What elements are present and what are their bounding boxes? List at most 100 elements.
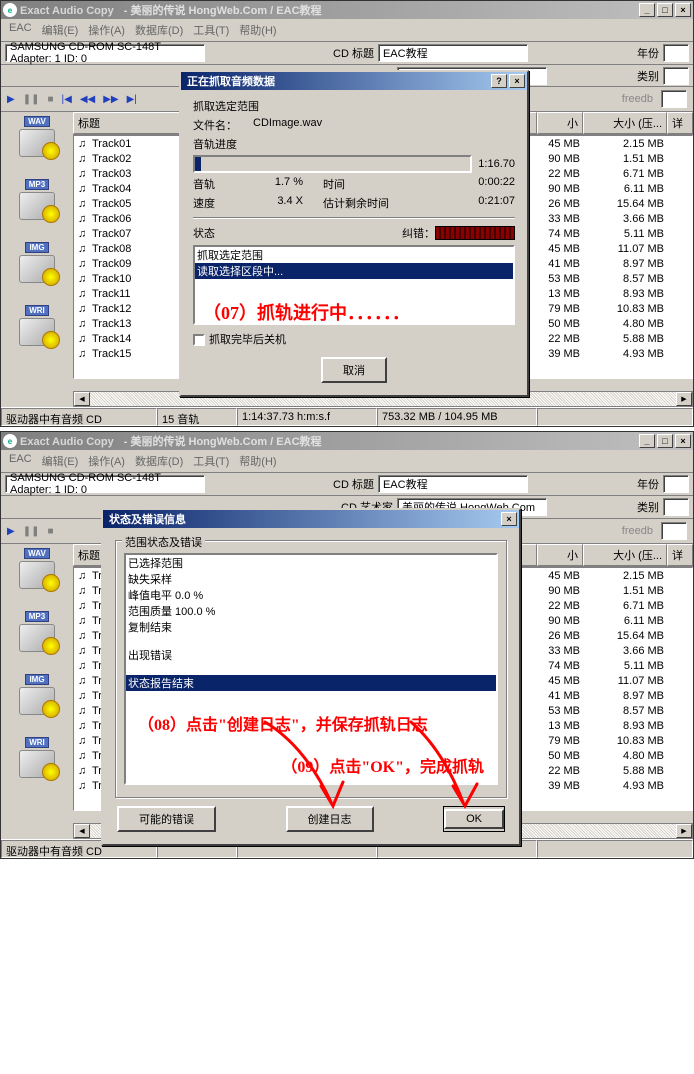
pause-button[interactable]: ❚❚ [23, 526, 40, 537]
status-group: 范围状态及错误 已选择范围 缺失采样 峰值电平 0.0 % 范围质量 100.0… [115, 540, 507, 798]
dialog-close-button[interactable]: × [501, 512, 517, 526]
sidebar-wav[interactable]: WAV [5, 548, 69, 589]
list-item-selected: 状态报告结束 [126, 675, 496, 691]
cd-icon [19, 318, 55, 346]
shutdown-label: 抓取完毕后关机 [209, 334, 286, 346]
status-dialog: 状态及错误信息 × 范围状态及错误 已选择范围 缺失采样 峰值电平 0.0 % … [101, 508, 521, 846]
col-small[interactable]: 小 [537, 544, 583, 566]
titlebar[interactable]: e Exact Audio Copy- 美丽的传说 HongWeb.Com / … [1, 432, 693, 450]
close-button[interactable]: × [675, 3, 691, 17]
sidebar-mp3[interactable]: MP3 [5, 611, 69, 652]
menu-database[interactable]: 数据库(D) [131, 21, 187, 39]
dialog-close-button[interactable]: × [509, 74, 525, 88]
play-button[interactable]: ▶ [7, 94, 15, 105]
titlebar[interactable]: e Exact Audio Copy- 美丽的传说 HongWeb.Com / … [1, 1, 693, 19]
log-line: 抓取选定范围 [195, 247, 513, 263]
menu-eac[interactable]: EAC [5, 21, 36, 39]
cd-title-input[interactable]: EAC教程 [378, 44, 528, 62]
rew-button[interactable]: ◀◀ [80, 94, 95, 105]
freedb-input[interactable] [661, 90, 687, 108]
progress-bar [193, 155, 472, 173]
stop-button[interactable]: ■ [47, 94, 53, 105]
year-input[interactable] [663, 475, 689, 493]
prev-button[interactable]: |◀ [62, 94, 72, 105]
menu-help[interactable]: 帮助(H) [235, 21, 280, 39]
year-input[interactable] [663, 44, 689, 62]
cd-icon [19, 624, 55, 652]
log-box: 抓取选定范围 读取选择区段中... （07）抓轨进行中．．．．．． [193, 245, 515, 325]
menu-help[interactable]: 帮助(H) [235, 452, 280, 470]
cancel-button[interactable]: 取消 [321, 357, 387, 383]
cd-title-input[interactable]: EAC教程 [378, 475, 528, 493]
dialog-help-button[interactable]: ? [491, 74, 507, 88]
menu-action[interactable]: 操作(A) [84, 452, 129, 470]
eta-label: 估计剩余时间 [323, 195, 403, 211]
menu-tools[interactable]: 工具(T) [189, 452, 233, 470]
menu-edit[interactable]: 编辑(E) [38, 21, 83, 39]
drive-select[interactable]: SAMSUNG CD-ROM SC-148T Adapter: 1 ID: 0 [5, 44, 205, 62]
col-extra[interactable]: 详 [667, 112, 693, 134]
menu-tools[interactable]: 工具(T) [189, 21, 233, 39]
progress-time: 1:16.70 [478, 158, 515, 170]
minimize-button[interactable]: _ [639, 434, 655, 448]
sidebar-mp3[interactable]: MP3 [5, 179, 69, 220]
sidebar: WAV MP3 IMG WRI [1, 544, 73, 839]
drive-select[interactable]: SAMSUNG CD-ROM SC-148T Adapter: 1 ID: 0 [5, 475, 205, 493]
col-small[interactable]: 小 [537, 112, 583, 134]
col-size[interactable]: 大小 (压... [583, 544, 667, 566]
pause-button[interactable]: ❚❚ [23, 94, 40, 105]
ok-button[interactable]: OK [443, 806, 505, 832]
section-label: 抓取选定范围 [193, 98, 515, 114]
cd-icon [19, 750, 55, 778]
error-meter [435, 226, 515, 240]
next-button[interactable]: ▶| [127, 94, 137, 105]
menu-database[interactable]: 数据库(D) [131, 452, 187, 470]
sidebar-wri[interactable]: WRI [5, 305, 69, 346]
col-size[interactable]: 大小 (压... [583, 112, 667, 134]
toolbar-row: SAMSUNG CD-ROM SC-148T Adapter: 1 ID: 0 … [1, 473, 693, 496]
genre-input[interactable] [663, 498, 689, 516]
close-button[interactable]: × [675, 434, 691, 448]
toolbar-row: SAMSUNG CD-ROM SC-148T Adapter: 1 ID: 0 … [1, 42, 693, 65]
menu-action[interactable]: 操作(A) [84, 21, 129, 39]
genre-label: 类别 [637, 68, 659, 84]
freedb-input[interactable] [661, 522, 687, 540]
list-item: 复制结束 [126, 619, 496, 635]
play-button[interactable]: ▶ [7, 526, 15, 537]
menu-edit[interactable]: 编辑(E) [38, 452, 83, 470]
status-listbox[interactable]: 已选择范围 缺失采样 峰值电平 0.0 % 范围质量 100.0 % 复制结束 … [124, 553, 498, 785]
sidebar-img[interactable]: IMG [5, 242, 69, 283]
log-line-selected: 读取选择区段中... [195, 263, 513, 279]
list-item: 已选择范围 [126, 555, 496, 571]
possible-errors-button[interactable]: 可能的错误 [117, 806, 216, 832]
maximize-button[interactable]: □ [657, 3, 673, 17]
group-title: 范围状态及错误 [122, 534, 205, 550]
list-item [126, 635, 496, 647]
status-spare [537, 840, 693, 858]
app-icon: e [3, 3, 17, 17]
dialog-titlebar[interactable]: 状态及错误信息 × [103, 510, 519, 528]
sidebar-wav[interactable]: WAV [5, 116, 69, 157]
annotation-08: （08）点击"创建日志"，并保存抓轨日志 [126, 691, 496, 739]
time-value: 0:00:22 [478, 176, 515, 192]
maximize-button[interactable]: □ [657, 434, 673, 448]
freedb-label: freedb [622, 525, 653, 537]
dialog-titlebar[interactable]: 正在抓取音频数据 ? × [181, 72, 527, 90]
sidebar-img[interactable]: IMG [5, 674, 69, 715]
status-tracks: 15 音轨 [157, 408, 237, 426]
col-extra[interactable]: 详 [667, 544, 693, 566]
shutdown-checkbox[interactable] [193, 334, 205, 346]
track-percent: 1.7 % [253, 176, 303, 192]
sidebar-wri[interactable]: WRI [5, 737, 69, 778]
stop-button[interactable]: ■ [47, 526, 53, 537]
genre-input[interactable] [663, 67, 689, 85]
create-log-button[interactable]: 创建日志 [286, 806, 374, 832]
speed-label: 速度 [193, 195, 253, 211]
status-spare [537, 408, 693, 426]
cd-icon [19, 192, 55, 220]
menu-eac[interactable]: EAC [5, 452, 36, 470]
year-label: 年份 [637, 476, 659, 492]
fwd-button[interactable]: ▶▶ [103, 94, 118, 105]
filename-label: 文件名： [193, 117, 253, 133]
minimize-button[interactable]: _ [639, 3, 655, 17]
